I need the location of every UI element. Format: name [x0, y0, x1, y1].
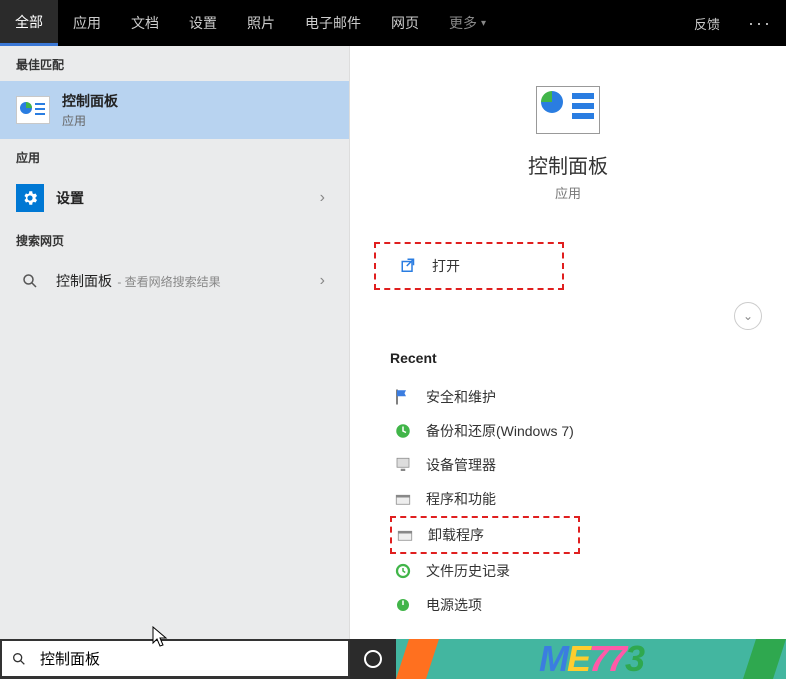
result-subtitle: 应用 [62, 112, 333, 129]
detail-title: 控制面板 [350, 150, 786, 179]
chevron-down-icon: ⌄ [743, 309, 753, 323]
result-web-search[interactable]: 控制面板 - 查看网络搜索结果 › [0, 257, 349, 305]
expand-button[interactable]: ⌄ [734, 302, 762, 330]
recent-label: 程序和功能 [426, 489, 496, 509]
result-title: 控制面板 [62, 91, 333, 111]
recent-backup-restore[interactable]: 备份和还原(Windows 7) [390, 414, 762, 448]
recent-power-options[interactable]: 电源选项 [390, 588, 762, 622]
result-settings[interactable]: 设置 › [0, 174, 349, 222]
open-icon [400, 257, 418, 275]
recent-label: 电源选项 [426, 595, 482, 615]
tab-settings[interactable]: 设置 [174, 0, 232, 46]
search-box[interactable] [0, 639, 350, 679]
recent-device-manager[interactable]: 设备管理器 [390, 448, 762, 482]
apps-header: 应用 [0, 139, 349, 174]
feedback-button[interactable]: 反馈 [680, 0, 734, 46]
tab-photos[interactable]: 照片 [232, 0, 290, 46]
recent-label: 安全和维护 [426, 387, 496, 407]
tab-documents[interactable]: 文档 [116, 0, 174, 46]
open-label: 打开 [432, 256, 460, 276]
cortana-button[interactable] [350, 639, 396, 679]
result-control-panel[interactable]: 控制面板 应用 [0, 81, 349, 139]
recent-label: 文件历史记录 [426, 561, 510, 581]
watermark: ME773 [396, 639, 786, 679]
result-title: 设置 [56, 188, 84, 208]
overflow-menu-button[interactable]: ··· [734, 0, 786, 46]
web-header: 搜索网页 [0, 222, 349, 257]
power-icon [394, 596, 412, 614]
control-panel-icon [16, 96, 50, 124]
recent-programs-features[interactable]: 程序和功能 [390, 482, 762, 516]
open-action[interactable]: 打开 [374, 242, 564, 290]
search-icon [16, 267, 44, 295]
tab-email[interactable]: 电子邮件 [290, 0, 376, 46]
recent-uninstall-program[interactable]: 卸载程序 [390, 516, 580, 554]
detail-subtitle: 应用 [350, 183, 786, 202]
programs-icon [396, 526, 414, 544]
result-subtitle: - 查看网络搜索结果 [114, 275, 221, 289]
chevron-right-icon: › [320, 189, 333, 207]
recent-header: Recent [390, 350, 762, 366]
chevron-down-icon: ▾ [481, 18, 486, 29]
tab-more[interactable]: 更多▾ [434, 0, 501, 46]
control-panel-icon [536, 86, 600, 134]
history-icon [394, 562, 412, 580]
chevron-right-icon: › [320, 272, 333, 290]
taskbar-search-area: ME773 [0, 639, 786, 679]
tab-web[interactable]: 网页 [376, 0, 434, 46]
detail-panel: 控制面板 应用 打开 ⌄ Recent 安全和维护 备份和还原(Windows … [350, 46, 786, 639]
recent-label: 备份和还原(Windows 7) [426, 421, 574, 441]
recent-label: 设备管理器 [426, 455, 496, 475]
tab-all[interactable]: 全部 [0, 0, 58, 46]
recent-file-history[interactable]: 文件历史记录 [390, 554, 762, 588]
recent-label: 卸载程序 [428, 525, 484, 545]
search-icon [2, 651, 36, 667]
programs-icon [394, 490, 412, 508]
search-scope-tabs: 全部 应用 文档 设置 照片 电子邮件 网页 更多▾ 反馈 ··· [0, 0, 786, 46]
flag-icon [394, 388, 412, 406]
backup-icon [394, 422, 412, 440]
device-icon [394, 456, 412, 474]
results-panel: 最佳匹配 控制面板 应用 应用 设置 › 搜索网页 控制面板 - 查看网络搜索 [0, 46, 350, 639]
gear-icon [16, 184, 44, 212]
best-match-header: 最佳匹配 [0, 46, 349, 81]
cortana-icon [364, 650, 382, 668]
tab-apps[interactable]: 应用 [58, 0, 116, 46]
search-input[interactable] [36, 646, 348, 671]
result-title: 控制面板 [56, 273, 112, 289]
recent-security-maintenance[interactable]: 安全和维护 [390, 380, 762, 414]
